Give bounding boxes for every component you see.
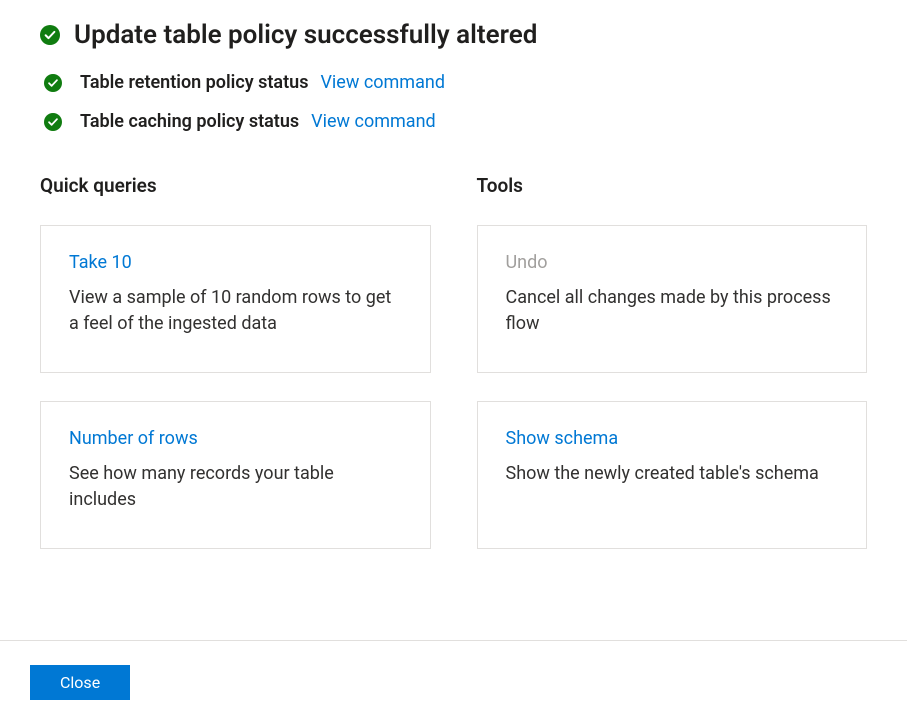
view-command-link-caching[interactable]: View command xyxy=(311,111,436,132)
success-check-icon xyxy=(44,74,62,92)
page-title: Update table policy successfully altered xyxy=(74,20,537,50)
number-of-rows-card[interactable]: Number of rows See how many records your… xyxy=(40,401,431,549)
close-button[interactable]: Close xyxy=(30,665,130,700)
status-row-caching: Table caching policy status View command xyxy=(40,111,867,132)
header-row: Update table policy successfully altered xyxy=(40,20,867,50)
quick-queries-column: Quick queries Take 10 View a sample of 1… xyxy=(40,174,431,577)
view-command-link-retention[interactable]: View command xyxy=(320,72,445,93)
show-schema-desc: Show the newly created table's schema xyxy=(506,461,839,487)
show-schema-card[interactable]: Show schema Show the newly created table… xyxy=(477,401,868,549)
show-schema-title: Show schema xyxy=(506,428,839,449)
tools-column: Tools Undo Cancel all changes made by th… xyxy=(477,174,868,577)
tools-heading: Tools xyxy=(477,174,868,197)
status-label: Table retention policy status xyxy=(80,72,308,93)
footer-bar: Close xyxy=(0,640,907,724)
undo-desc: Cancel all changes made by this process … xyxy=(506,285,839,337)
undo-title: Undo xyxy=(506,252,839,273)
success-check-icon xyxy=(44,113,62,131)
take-10-desc: View a sample of 10 random rows to get a… xyxy=(69,285,402,337)
number-of-rows-desc: See how many records your table includes xyxy=(69,461,402,513)
take-10-card[interactable]: Take 10 View a sample of 10 random rows … xyxy=(40,225,431,373)
columns-container: Quick queries Take 10 View a sample of 1… xyxy=(40,174,867,577)
status-label: Table caching policy status xyxy=(80,111,299,132)
quick-queries-heading: Quick queries xyxy=(40,174,431,197)
undo-card[interactable]: Undo Cancel all changes made by this pro… xyxy=(477,225,868,373)
status-row-retention: Table retention policy status View comma… xyxy=(40,72,867,93)
take-10-title: Take 10 xyxy=(69,252,402,273)
success-check-icon xyxy=(40,25,60,45)
number-of-rows-title: Number of rows xyxy=(69,428,402,449)
